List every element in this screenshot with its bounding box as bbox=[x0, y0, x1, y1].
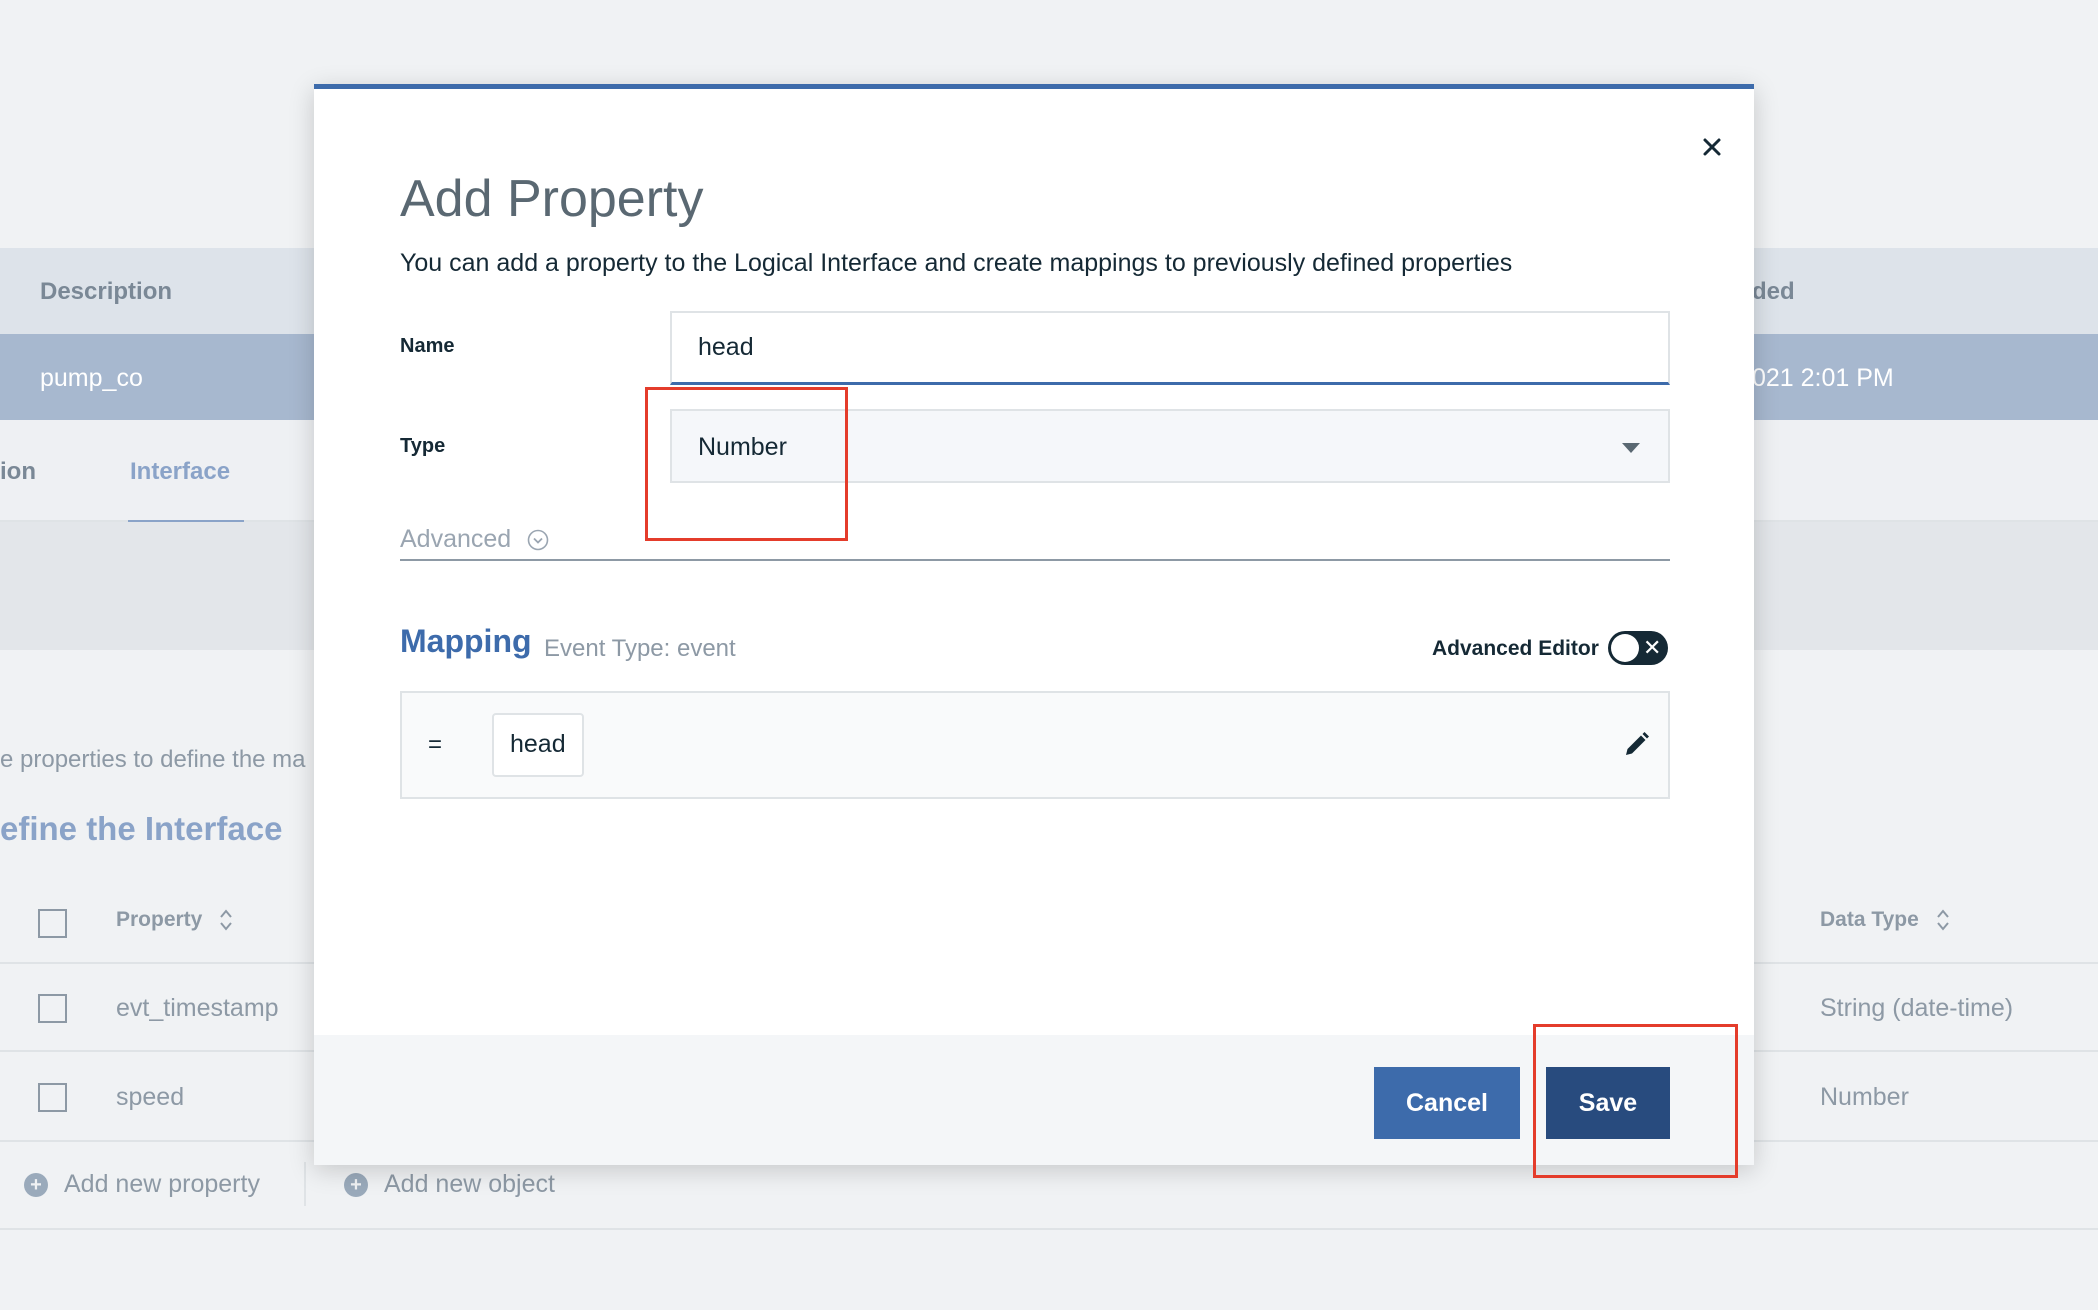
advanced-editor-toggle[interactable]: ✕ bbox=[1608, 631, 1668, 665]
modal-description: You can add a property to the Logical In… bbox=[400, 249, 1513, 277]
modal-title: Add Property bbox=[400, 170, 704, 228]
select-all-checkbox[interactable] bbox=[38, 909, 67, 938]
name-label: Name bbox=[400, 335, 455, 357]
pencil-icon[interactable] bbox=[1620, 729, 1652, 761]
row-checkbox[interactable] bbox=[38, 1083, 67, 1112]
mapping-operator: = bbox=[428, 731, 443, 758]
row-added-date: 021 2:01 PM bbox=[1752, 364, 1894, 392]
mapping-expression-box: = head bbox=[400, 691, 1670, 799]
advanced-editor-label: Advanced Editor bbox=[1432, 637, 1599, 660]
caret-down-icon bbox=[1622, 443, 1640, 453]
add-new-object-link[interactable]: + Add new object bbox=[344, 1170, 555, 1199]
sort-icon bbox=[220, 909, 232, 932]
column-header-added: ded bbox=[1752, 278, 1795, 305]
advanced-divider bbox=[400, 559, 1670, 561]
row-checkbox[interactable] bbox=[38, 994, 67, 1023]
highlight-box-type bbox=[645, 387, 848, 541]
plus-circle-icon: + bbox=[24, 1172, 48, 1197]
mapping-event-type: Event Type: event bbox=[544, 635, 736, 662]
mapping-token[interactable]: head bbox=[492, 713, 584, 777]
add-new-property-label: Add new property bbox=[64, 1170, 260, 1198]
divider bbox=[304, 1162, 306, 1206]
advanced-toggle[interactable]: Advanced bbox=[400, 525, 549, 554]
plus-circle-icon: + bbox=[344, 1172, 368, 1197]
cell-property: speed bbox=[116, 1083, 185, 1111]
tab-previous[interactable]: ion bbox=[0, 458, 36, 486]
column-header-description: Description bbox=[40, 278, 173, 305]
row-divider bbox=[0, 1228, 2098, 1230]
cell-data-type: Number bbox=[1820, 1083, 1909, 1111]
toggle-knob bbox=[1611, 634, 1639, 662]
cell-data-type: String (date-time) bbox=[1820, 994, 2014, 1022]
add-new-object-label: Add new object bbox=[384, 1170, 555, 1198]
advanced-label: Advanced bbox=[400, 525, 512, 553]
column-header-property[interactable]: Property bbox=[116, 908, 232, 932]
mapping-title: Mapping bbox=[400, 623, 532, 659]
type-label: Type bbox=[400, 435, 446, 457]
column-header-property-label: Property bbox=[116, 908, 203, 931]
cell-property: evt_timestamp bbox=[116, 994, 279, 1022]
column-header-data-type-label: Data Type bbox=[1820, 908, 1919, 931]
add-new-property-link[interactable]: + Add new property bbox=[24, 1170, 260, 1199]
close-icon: ✕ bbox=[1643, 635, 1662, 660]
section-title: efine the Interface bbox=[0, 810, 283, 847]
highlight-box-save bbox=[1533, 1024, 1738, 1178]
close-icon[interactable] bbox=[1694, 129, 1730, 165]
sort-icon bbox=[1936, 909, 1949, 932]
help-text: e properties to define the ma bbox=[0, 746, 306, 773]
name-input[interactable] bbox=[670, 311, 1670, 385]
row-description: pump_co bbox=[40, 364, 143, 392]
tab-interface[interactable]: Interface bbox=[130, 458, 230, 486]
add-property-modal: Add Property You can add a property to t… bbox=[314, 84, 1754, 1165]
cancel-button[interactable]: Cancel bbox=[1374, 1067, 1520, 1139]
chevron-down-icon bbox=[527, 529, 549, 550]
column-header-data-type[interactable]: Data Type bbox=[1820, 908, 1949, 932]
